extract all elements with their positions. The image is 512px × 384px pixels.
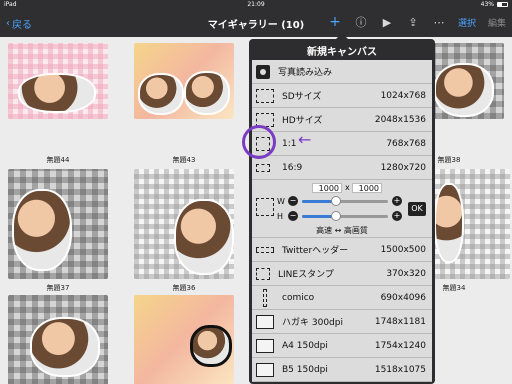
photo-cutout xyxy=(434,63,494,117)
popover-title: 新規キャンバス xyxy=(307,47,377,58)
canvas-paper-icon xyxy=(256,338,274,353)
preset-name: 16:9 xyxy=(282,162,303,173)
preset-item-line-stamp[interactable]: LINEスタンプ 370x320 xyxy=(252,262,432,286)
width-label: W xyxy=(277,197,285,206)
preset-item-sd[interactable]: SDサイズ 1024x768 xyxy=(252,84,432,108)
import-photo-item[interactable]: 写真読み込み xyxy=(252,60,432,84)
thumbnail-caption: 無題37 xyxy=(46,284,70,292)
preset-name: LINEスタンプ xyxy=(278,270,334,280)
canvas-banner-icon xyxy=(256,246,274,253)
nav-actions: + ⓘ ▶ ⇪ ⋯ 選択 編集 xyxy=(328,14,506,30)
status-right: 43% xyxy=(481,0,508,9)
preset-item-a4[interactable]: A4 150dpi 1754x1240 xyxy=(252,334,432,358)
preset-item-comico[interactable]: comico 690x4096 xyxy=(252,286,432,310)
thumbnail-caption: 無題36 xyxy=(172,284,196,292)
canvas-preset-list: 写真読み込み SDサイズ 1024x768 HDサイズ 2048x1536 1:… xyxy=(252,60,432,382)
canvas-16x9-icon xyxy=(256,163,270,172)
width-slider-knob[interactable] xyxy=(331,196,342,206)
gallery-thumbnail[interactable] xyxy=(134,43,234,119)
preset-name: A4 150dpi xyxy=(282,340,328,351)
new-canvas-popover: 新規キャンバス 写真読み込み SDサイズ 1024x768 HDサイズ 2048… xyxy=(249,33,435,384)
battery-icon xyxy=(497,2,508,7)
width-plus-icon[interactable]: + xyxy=(392,196,402,206)
nav-bar: ‹ 戻る マイギャラリー (10) + ⓘ ▶ ⇪ ⋯ 選択 編集 xyxy=(0,9,512,37)
import-photo-label: 写真読み込み xyxy=(278,68,333,78)
preset-item-16-9[interactable]: 16:9 1280x720 xyxy=(252,156,432,180)
canvas-paper-icon xyxy=(256,362,274,377)
photo-cutout xyxy=(30,317,100,377)
preset-item-b5[interactable]: B5 150dpi 1518x1075 xyxy=(252,358,432,382)
preset-size: 370x320 xyxy=(386,268,426,279)
arrow-left-icon: ← xyxy=(298,130,312,149)
preset-name: HDサイズ xyxy=(282,116,323,126)
gallery-thumbnail[interactable] xyxy=(8,43,108,119)
width-minus-icon[interactable]: − xyxy=(288,196,298,206)
custom-size-item: 1000 x 1000 W − + H − + OK 高速 ↔ 高画質 xyxy=(252,180,432,238)
preset-name: Twitterヘッダー xyxy=(282,246,349,256)
photo-cutout xyxy=(18,73,96,113)
quality-hint: 高速 ↔ 高画質 xyxy=(316,226,368,235)
thumbnail-caption: 無題43 xyxy=(172,156,196,164)
preset-size: 1024x768 xyxy=(380,90,426,101)
preset-size: 1754x1240 xyxy=(374,340,426,351)
highlight-circle xyxy=(242,125,276,159)
photo-cutout xyxy=(12,189,72,271)
preset-size: 2048x1536 xyxy=(374,114,426,125)
gallery-thumbnail[interactable] xyxy=(134,169,234,279)
canvas-stamp-icon xyxy=(256,267,270,280)
gallery-thumbnail[interactable] xyxy=(134,295,234,384)
preset-size: 690x4096 xyxy=(380,292,426,303)
photo-cutout xyxy=(174,199,234,275)
photo-cutout xyxy=(184,71,230,115)
canvas-tall-icon xyxy=(263,288,267,307)
width-field[interactable]: 1000 xyxy=(312,183,342,193)
canvas-paper-icon xyxy=(256,314,274,329)
preset-item-twitter-header[interactable]: Twitterヘッダー 1500x500 xyxy=(252,238,432,262)
info-icon[interactable]: ⓘ xyxy=(354,14,368,30)
preset-size: 1518x1075 xyxy=(374,364,426,375)
gallery-thumbnail[interactable] xyxy=(8,169,108,279)
plus-icon[interactable]: + xyxy=(328,14,342,30)
battery-percent: 43% xyxy=(480,1,494,8)
preset-name: SDサイズ xyxy=(282,92,322,102)
canvas-4x3-icon xyxy=(256,88,274,103)
more-icon[interactable]: ⋯ xyxy=(432,16,446,29)
preset-name: B5 150dpi xyxy=(282,364,328,375)
preset-size: 1500x500 xyxy=(380,244,426,255)
preset-item-postcard[interactable]: ハガキ 300dpi 1748x1181 xyxy=(252,310,432,334)
height-slider-knob[interactable] xyxy=(331,211,342,221)
select-button[interactable]: 選択 xyxy=(458,16,476,29)
preset-name: ハガキ 300dpi xyxy=(282,318,343,328)
photo-cutout xyxy=(434,183,464,263)
camera-icon xyxy=(256,64,270,79)
height-label: H xyxy=(277,212,284,221)
preset-size: 768x768 xyxy=(386,138,426,149)
share-icon[interactable]: ⇪ xyxy=(406,16,420,29)
ok-button[interactable]: OK xyxy=(408,202,426,216)
height-plus-icon[interactable]: + xyxy=(392,211,402,221)
photo-cutout xyxy=(190,325,232,367)
height-slider[interactable] xyxy=(302,211,388,221)
gallery-thumbnail[interactable] xyxy=(8,295,108,384)
size-separator: x xyxy=(345,183,350,192)
preset-name: comico xyxy=(282,292,315,303)
thumbnail-caption: 無題44 xyxy=(46,156,70,164)
canvas-custom-icon xyxy=(256,198,274,216)
preset-item-hd[interactable]: HDサイズ 2048x1536 xyxy=(252,108,432,132)
status-bar: iPad 21:09 43% xyxy=(0,0,512,9)
width-slider[interactable] xyxy=(302,196,388,206)
play-icon[interactable]: ▶ xyxy=(380,16,394,29)
photo-cutout xyxy=(138,73,184,115)
preset-item-square[interactable]: 1:1 768x768 xyxy=(252,132,432,156)
height-field[interactable]: 1000 xyxy=(352,183,382,193)
preset-size: 1748x1181 xyxy=(374,316,426,327)
status-time: 21:09 xyxy=(247,1,265,8)
edit-button[interactable]: 編集 xyxy=(488,16,506,29)
preset-size: 1280x720 xyxy=(380,162,426,173)
height-minus-icon[interactable]: − xyxy=(288,211,298,221)
